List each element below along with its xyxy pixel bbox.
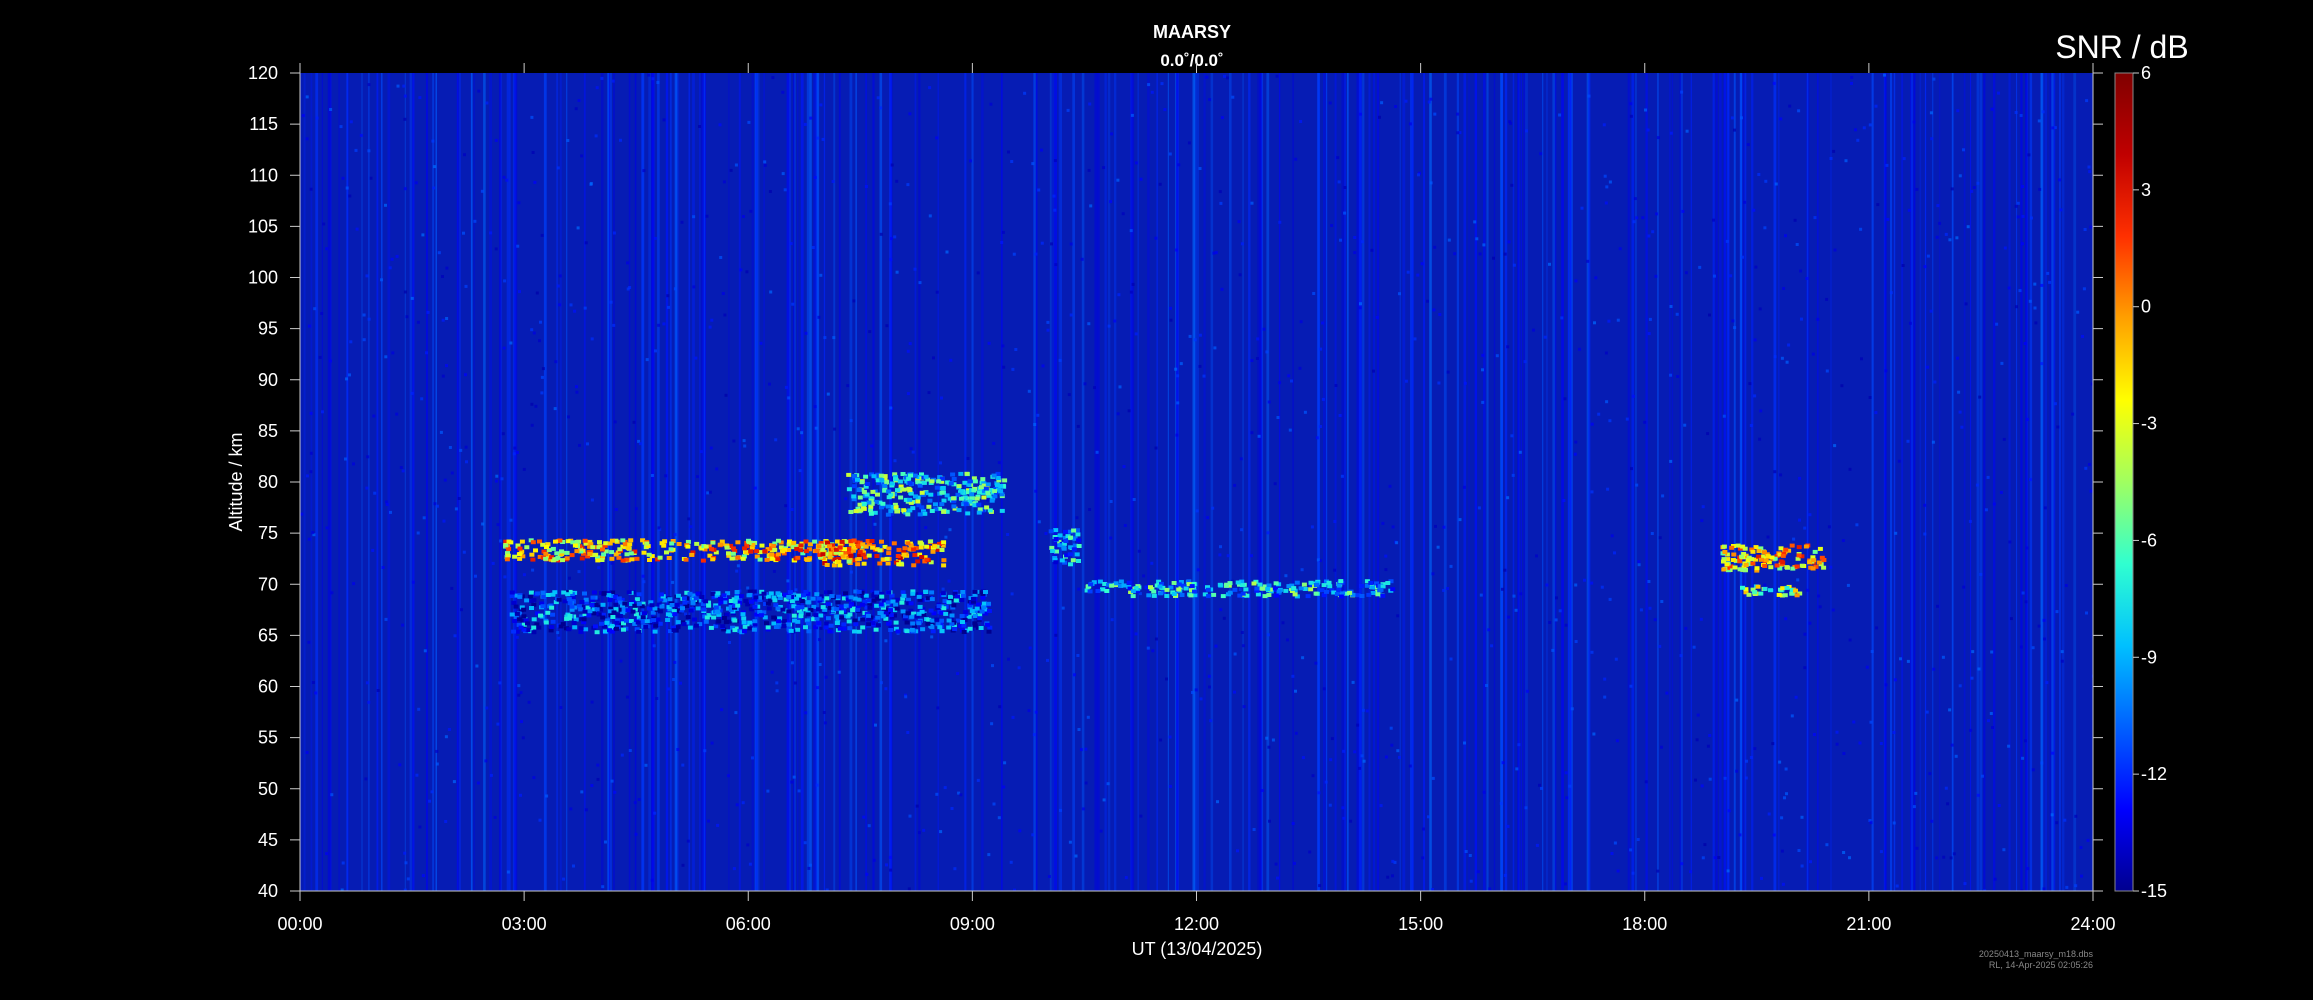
y-tick-label: 110 xyxy=(249,165,278,185)
y-tick-label: 80 xyxy=(258,472,278,492)
colorbar-tick-label: 0 xyxy=(2141,297,2151,317)
colorbar-tick-label: -12 xyxy=(2141,764,2167,784)
x-tick-label: 06:00 xyxy=(726,914,771,934)
colorbar-scale xyxy=(2114,72,2134,892)
x-tick-label: 12:00 xyxy=(1174,914,1219,934)
colorbar-tick-label: -15 xyxy=(2141,881,2167,901)
y-tick-label: 40 xyxy=(258,881,278,901)
x-tick-label: 24:00 xyxy=(2070,914,2115,934)
y-tick-label: 85 xyxy=(258,421,278,441)
y-tick-label: 70 xyxy=(258,574,278,594)
colorbar-tick-label: 6 xyxy=(2141,63,2151,83)
y-tick-label: 50 xyxy=(258,779,278,799)
x-tick-label: 15:00 xyxy=(1398,914,1443,934)
y-tick-label: 95 xyxy=(258,319,278,339)
y-tick-label: 45 xyxy=(258,830,278,850)
colorbar-tick-label: 3 xyxy=(2141,180,2151,200)
y-axis-label: Altitude / km xyxy=(226,432,246,531)
footer-created: RL, 14-Apr-2025 02:05:26 xyxy=(1989,960,2093,970)
x-tick-label: 09:00 xyxy=(950,914,995,934)
colorbar-tick-label: -3 xyxy=(2141,414,2157,434)
y-tick-label: 90 xyxy=(258,370,278,390)
y-tick-label: 105 xyxy=(248,216,278,236)
x-tick-label: 21:00 xyxy=(1846,914,1891,934)
footer-file-name: 20250413_maarsy_m18.dbs xyxy=(1979,949,2094,959)
colorbar-tick-label: -6 xyxy=(2141,530,2157,550)
y-tick-label: 60 xyxy=(258,677,278,697)
x-axis-label: UT (13/04/2025) xyxy=(1132,939,1263,959)
x-tick-label: 03:00 xyxy=(502,914,547,934)
x-tick-label: 18:00 xyxy=(1622,914,1667,934)
y-tick-label: 100 xyxy=(248,268,278,288)
chart-subtitle: 0.0˚/0.0˚ xyxy=(1160,51,1223,70)
colorbar-tick-label: -9 xyxy=(2141,647,2157,667)
y-tick-label: 120 xyxy=(248,63,278,83)
plot-area xyxy=(300,73,2093,891)
y-tick-label: 55 xyxy=(258,728,278,748)
colorbar-title: SNR / dB xyxy=(2055,29,2188,65)
y-tick-label: 65 xyxy=(258,625,278,645)
chart: MAARSY 0.0˚/0.0˚ 00:00 03:00 06:00 09:00 12:… xyxy=(0,0,2313,1000)
x-tick-label: 00:00 xyxy=(277,914,322,934)
y-tick-label: 115 xyxy=(249,114,278,134)
chart-title: MAARSY xyxy=(1153,22,1231,42)
y-tick-label: 75 xyxy=(258,523,278,543)
